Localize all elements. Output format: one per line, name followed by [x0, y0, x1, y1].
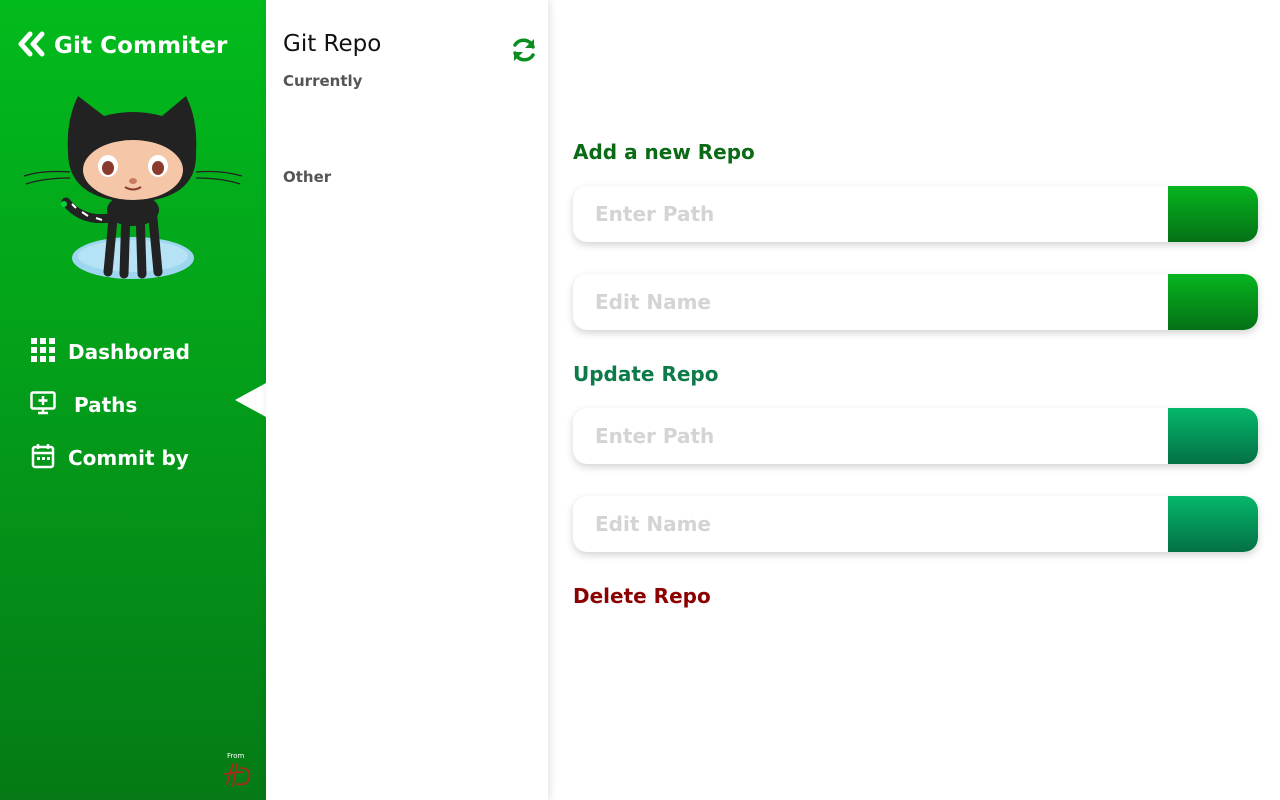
sidebar-item-label: Commit by [68, 446, 189, 470]
update-path-submit-button[interactable] [1168, 408, 1258, 464]
refresh-button[interactable] [510, 36, 538, 64]
author-signature: From [220, 752, 256, 792]
sidebar-item-commit-by[interactable]: Commit by [30, 438, 189, 478]
active-item-indicator [235, 383, 266, 417]
sidebar: Git Commiter Dashborad Paths Commit by F… [0, 0, 266, 800]
section-currently: Currently [283, 72, 363, 90]
update-name-input[interactable] [573, 496, 1168, 552]
panel-title: Git Repo [283, 31, 382, 57]
add-repo-heading: Add a new Repo [573, 140, 755, 164]
refresh-icon [510, 38, 538, 68]
monitor-add-icon [30, 391, 56, 419]
sidebar-item-label: Dashborad [68, 340, 190, 364]
double-chevron-left-icon [16, 31, 46, 61]
signature-logo-icon [221, 763, 255, 794]
collapse-sidebar-button[interactable]: Git Commiter [16, 30, 227, 62]
update-path-field [573, 408, 1258, 464]
repo-forms: Add a new Repo Update Repo Delete Repo [548, 0, 1280, 800]
update-name-field [573, 496, 1258, 552]
sidebar-item-dashboard[interactable]: Dashborad [30, 332, 190, 372]
add-name-input[interactable] [573, 274, 1168, 330]
add-path-submit-button[interactable] [1168, 186, 1258, 242]
add-name-submit-button[interactable] [1168, 274, 1258, 330]
section-other: Other [283, 168, 332, 186]
update-repo-heading: Update Repo [573, 362, 719, 386]
sidebar-item-label: Paths [74, 393, 138, 417]
add-name-field [573, 274, 1258, 330]
update-path-input[interactable] [573, 408, 1168, 464]
calendar-icon [30, 443, 56, 473]
add-path-input[interactable] [573, 186, 1168, 242]
sidebar-item-paths[interactable]: Paths [30, 385, 137, 425]
from-label: From [227, 752, 245, 760]
grid-icon [30, 337, 56, 367]
update-name-submit-button[interactable] [1168, 496, 1258, 552]
repo-list-panel: Git Repo Currently Other [266, 0, 548, 800]
delete-repo-heading: Delete Repo [573, 584, 711, 608]
add-path-field [573, 186, 1258, 242]
octocat-mascot-icon [22, 90, 244, 284]
app-title: Git Commiter [54, 33, 228, 59]
